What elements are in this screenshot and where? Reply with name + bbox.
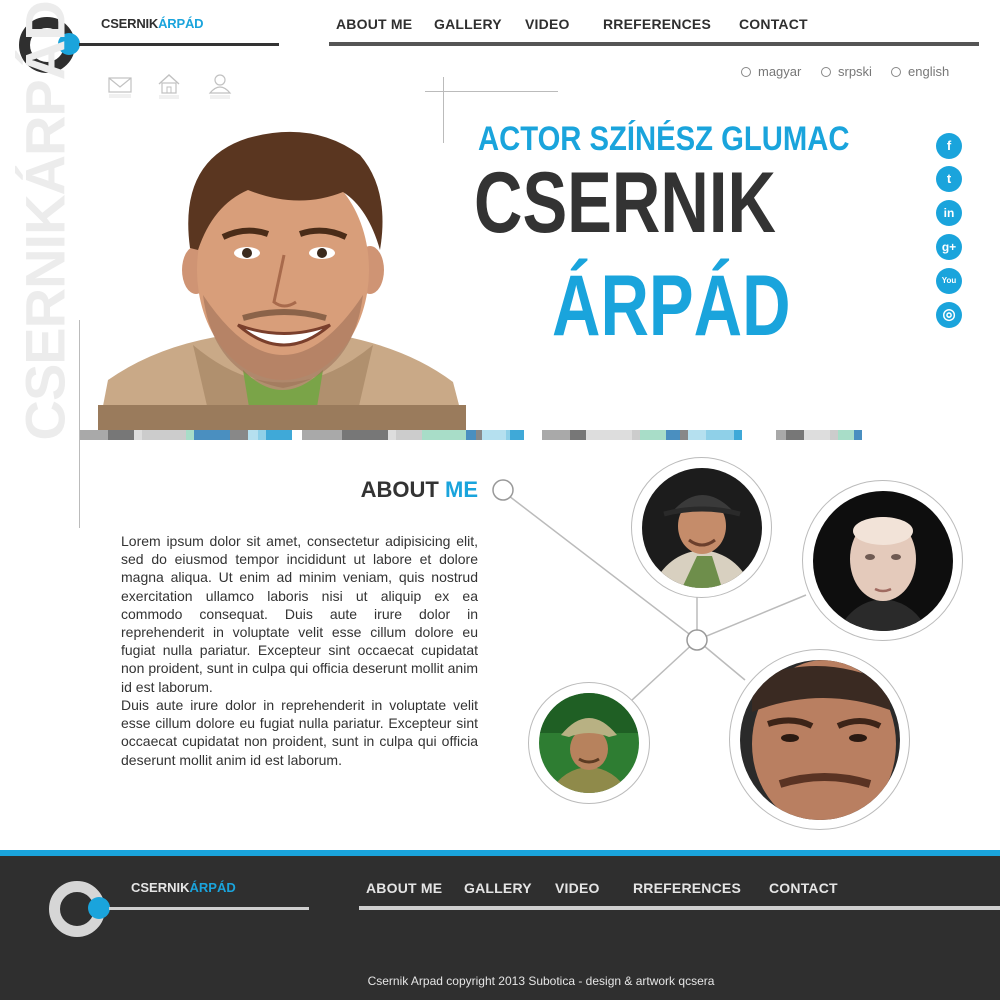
stripe-segment (396, 430, 422, 440)
stripe-segment (342, 430, 388, 440)
stripe-segment (258, 430, 266, 440)
stripe-segment (640, 430, 666, 440)
gallery-photo-1-image (642, 468, 762, 588)
gallery-photo-4-image (740, 660, 900, 820)
about-heading: ABOUT ME (300, 477, 478, 503)
brand-underline (79, 43, 279, 46)
stripe-segment (510, 430, 524, 440)
stripe-segment (388, 430, 396, 440)
footer-brand-accent: ÁRPÁD (189, 880, 236, 895)
stripe-segment (706, 430, 734, 440)
nav-underline (329, 42, 979, 46)
home-icon[interactable] (156, 72, 182, 100)
footer-brand-underline (109, 907, 309, 910)
gallery-photo-2-image (813, 491, 953, 631)
stripe-segment (776, 430, 786, 440)
nav-about-me[interactable]: ABOUT ME (336, 16, 412, 32)
stripe-segment (142, 430, 186, 440)
stripe-segment (292, 430, 302, 440)
nav-references[interactable]: RREFERENCES (603, 16, 711, 32)
about-paragraph-1: Lorem ipsum dolor sit amet, consectetur … (121, 533, 478, 695)
facebook-icon[interactable]: f (936, 133, 962, 159)
about-heading-accent: ME (445, 477, 478, 502)
brand-first: CSERNIK (101, 16, 159, 31)
stripe-segment (570, 430, 586, 440)
lang-english[interactable]: english (891, 64, 949, 79)
stripe-segment (680, 430, 688, 440)
radio-icon (821, 67, 831, 77)
stripe-segment (194, 430, 230, 440)
lang-magyar[interactable]: magyar (741, 64, 801, 79)
hero-tagline: ACTOR SZÍNÉSZ GLUMAC (478, 120, 850, 158)
nav-video[interactable]: VIDEO (525, 16, 570, 32)
vertical-brand-watermark: CSERNIKÁRPÁD (13, 1, 77, 441)
lang-label: magyar (758, 64, 802, 79)
gallery-photo-3[interactable] (528, 682, 650, 804)
youtube-icon[interactable]: You (936, 268, 962, 294)
about-heading-main: ABOUT (360, 477, 439, 502)
lang-label: english (908, 64, 950, 79)
stripe-segment (786, 430, 804, 440)
stripe-segment (482, 430, 506, 440)
stripe-segment (666, 430, 680, 440)
footer-nav-video[interactable]: VIDEO (555, 880, 600, 896)
gallery-photo-2[interactable] (802, 480, 963, 641)
footer-brand-name[interactable]: CSERNIKÁRPÁD (131, 880, 236, 895)
stripe-segment (248, 430, 258, 440)
stripe-segment (830, 430, 838, 440)
lang-srpski[interactable]: srpski (821, 64, 872, 79)
hero-first-name: CSERNIK (474, 155, 776, 251)
footer-brand-first: CSERNIK (131, 880, 190, 895)
stripe-segment (266, 430, 292, 440)
stripe-segment (632, 430, 640, 440)
stripe-segment (466, 430, 476, 440)
left-guide-line (79, 320, 80, 528)
gallery-photo-4[interactable] (729, 649, 910, 830)
crosshair-horizontal (425, 91, 558, 92)
stripe-segment (230, 430, 248, 440)
footer-nav-contact[interactable]: CONTACT (769, 880, 838, 896)
gallery-photo-1[interactable] (631, 457, 772, 598)
gallery-photo-3-image (539, 693, 639, 793)
stripe-segment (742, 430, 776, 440)
stripe-segment (542, 430, 570, 440)
footer-nav-references[interactable]: RREFERENCES (633, 880, 741, 896)
about-paragraph-2: Duis aute irure dolor in reprehenderit i… (121, 697, 478, 768)
stripe-segment (804, 430, 830, 440)
actor-portrait (98, 131, 466, 432)
stripe-segment (734, 430, 742, 440)
nav-gallery[interactable]: GALLERY (434, 16, 502, 32)
google-plus-icon[interactable]: g+ (936, 234, 962, 260)
linkedin-icon[interactable]: in (936, 200, 962, 226)
brand-name[interactable]: CSERNIKÁRPÁD (101, 16, 204, 31)
user-icon[interactable] (207, 72, 233, 100)
twitter-icon[interactable]: t (936, 166, 962, 192)
radio-icon (891, 67, 901, 77)
copyright-text: Csernik Arpad copyright 2013 Subotica - … (367, 974, 715, 988)
stripe-segment (586, 430, 632, 440)
lang-label: srpski (838, 64, 872, 79)
nav-contact[interactable]: CONTACT (739, 16, 808, 32)
stripe-segment (80, 430, 108, 440)
mail-icon[interactable] (107, 72, 133, 100)
stripe-segment (854, 430, 862, 440)
stripe-segment (524, 430, 542, 440)
brand-accent: ÁRPÁD (158, 16, 204, 31)
stripe-segment (108, 430, 134, 440)
stripe-segment (688, 430, 706, 440)
stripe-segment (134, 430, 142, 440)
stripe-segment (422, 430, 466, 440)
instagram-icon[interactable]: ◎ (936, 302, 962, 328)
stripe-segment (838, 430, 854, 440)
decorative-stripe-bar (80, 430, 979, 440)
stripe-segment (186, 430, 194, 440)
footer-nav-about-me[interactable]: ABOUT ME (366, 880, 442, 896)
footer-nav-gallery[interactable]: GALLERY (464, 880, 532, 896)
hero-last-name: ÁRPÁD (552, 258, 791, 354)
radio-icon (741, 67, 751, 77)
footer-logo-dot (88, 897, 110, 919)
footer-nav-underline (359, 906, 1000, 910)
stripe-segment (302, 430, 342, 440)
